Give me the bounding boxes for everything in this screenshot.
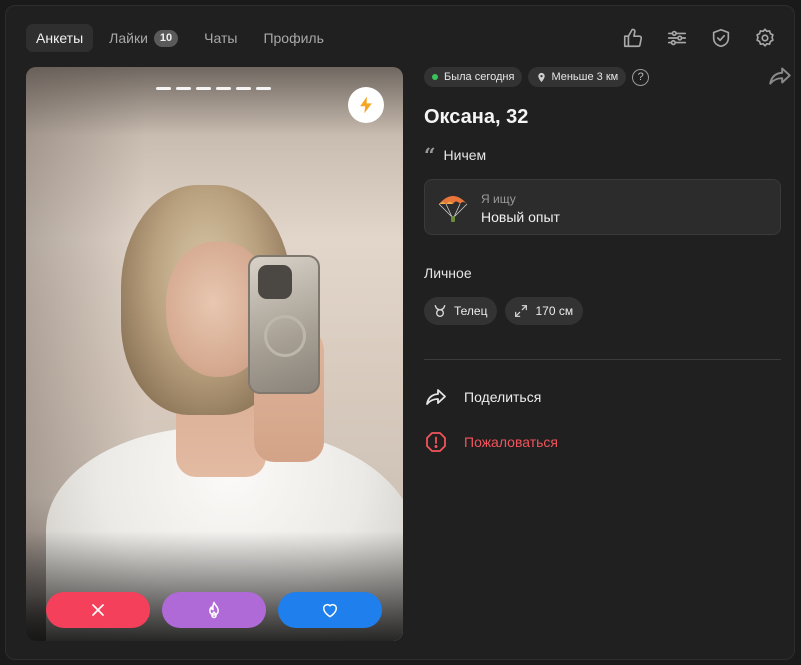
- tab-chats-label: Чаты: [204, 30, 238, 46]
- taurus-icon: [434, 305, 446, 317]
- online-status-text: Была сегодня: [444, 71, 515, 83]
- app-window: Анкеты Лайки 10 Чаты Профиль Была сегодн…: [5, 5, 795, 660]
- zodiac-chip: Телец: [424, 297, 498, 325]
- thumbs-up-icon[interactable]: [619, 24, 647, 52]
- location-pin-icon: [538, 72, 546, 82]
- bio-row: “ Ничем: [424, 143, 487, 167]
- photo-indicator-dot[interactable]: [196, 87, 211, 90]
- parachute-icon: [438, 196, 468, 222]
- photo-indicator-dot[interactable]: [176, 87, 191, 90]
- report-button[interactable]: Пожаловаться: [424, 430, 558, 454]
- looking-for-value: Новый опыт: [481, 209, 560, 225]
- top-toolbar: [603, 24, 779, 52]
- profile-name-age: Оксана, 32: [424, 106, 529, 128]
- boost-button[interactable]: [348, 87, 384, 123]
- online-status-badge: Была сегодня: [424, 67, 523, 87]
- report-label: Пожаловаться: [464, 434, 559, 450]
- warning-icon: [426, 432, 446, 452]
- gear-icon[interactable]: [751, 24, 779, 52]
- share-icon[interactable]: [767, 63, 793, 89]
- tab-profiles[interactable]: Анкеты: [26, 24, 94, 52]
- tab-chats[interactable]: Чаты: [194, 24, 247, 52]
- photo-phone-logo: [264, 315, 306, 357]
- tab-profile-label: Профиль: [263, 30, 324, 46]
- profile-photo[interactable]: [26, 67, 403, 641]
- photo-phone-camera: [258, 265, 292, 299]
- close-icon: [92, 604, 104, 616]
- profile-info-panel: Была сегодня Меньше 3 км ? Оксана, 32 “ …: [424, 67, 791, 452]
- online-dot-icon: [432, 74, 438, 80]
- status-row: Была сегодня Меньше 3 км ?: [424, 67, 784, 87]
- quote-icon: “: [424, 143, 436, 167]
- photo-indicator-dot[interactable]: [156, 87, 171, 90]
- bio-text: Ничем: [443, 147, 487, 163]
- photo-indicator-dot[interactable]: [216, 87, 231, 90]
- likes-count-badge: 10: [153, 29, 179, 47]
- personal-chips: Телец 170 см: [424, 297, 591, 325]
- tab-profile[interactable]: Профиль: [253, 24, 333, 52]
- tab-likes-label: Лайки: [109, 30, 148, 46]
- distance-badge: Меньше 3 км: [528, 67, 627, 87]
- sliders-icon[interactable]: [663, 24, 691, 52]
- looking-for-label: Я ищу: [481, 192, 516, 206]
- zodiac-label: Телец: [454, 304, 488, 318]
- height-icon: [515, 305, 528, 317]
- heart-icon: [323, 603, 337, 618]
- help-icon-glyph: ?: [637, 71, 644, 83]
- photo-phone: [248, 255, 320, 394]
- height-label: 170 см: [535, 304, 574, 318]
- tab-likes[interactable]: Лайки 10: [99, 24, 188, 52]
- share-arrow-icon: [426, 389, 446, 405]
- divider: [424, 359, 781, 360]
- super-like-button[interactable]: [162, 592, 266, 628]
- photo-indicator-dot[interactable]: [256, 87, 271, 90]
- flame-icon: [209, 601, 219, 619]
- dislike-button[interactable]: [46, 592, 150, 628]
- help-icon[interactable]: ?: [632, 68, 650, 86]
- height-chip: 170 см: [505, 297, 584, 325]
- distance-text: Меньше 3 км: [551, 71, 619, 83]
- personal-section-title: Личное: [424, 265, 472, 281]
- lightning-icon: [360, 96, 372, 114]
- photo-indicator-dot[interactable]: [236, 87, 251, 90]
- share-label: Поделиться: [464, 389, 542, 405]
- top-nav: Анкеты Лайки 10 Чаты Профиль: [26, 23, 340, 53]
- swipe-actions: [46, 592, 394, 628]
- share-button[interactable]: Поделиться: [424, 385, 541, 409]
- tab-profiles-label: Анкеты: [36, 30, 84, 46]
- like-button[interactable]: [278, 592, 382, 628]
- photo-page-indicator: [156, 87, 276, 90]
- shield-check-icon[interactable]: [707, 24, 735, 52]
- looking-for-card: Я ищу Новый опыт: [424, 179, 781, 235]
